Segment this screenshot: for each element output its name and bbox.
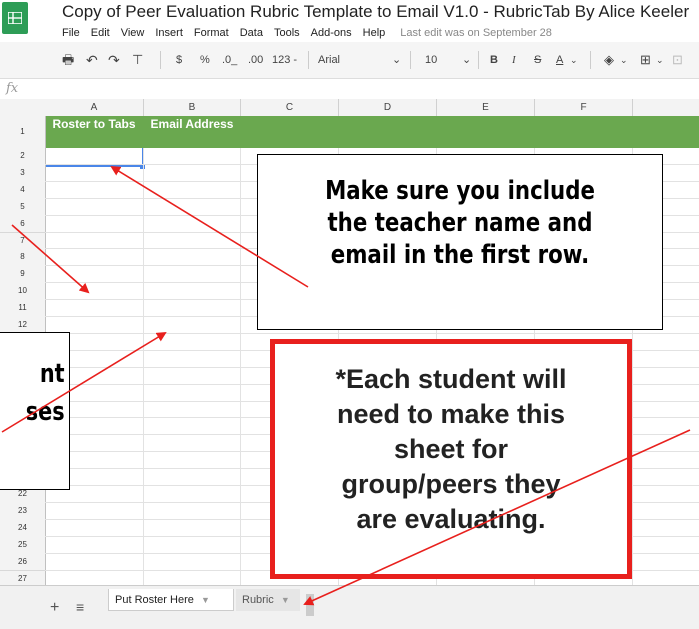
toolbar: 🖶 ↶ ↷ ⊤ $ % .0_ .00 123 - Arial ⌄ 10 ⌄ B… — [0, 42, 699, 79]
menu-edit[interactable]: Edit — [91, 27, 110, 39]
document-title[interactable]: Copy of Peer Evaluation Rubric Template … — [62, 2, 689, 22]
italic-button[interactable]: I — [512, 52, 516, 68]
add-sheet-button[interactable]: + — [50, 599, 59, 617]
font-size-dropdown-icon[interactable]: ⌄ — [462, 52, 471, 68]
column-header-c[interactable]: C — [241, 99, 339, 117]
row-header-3[interactable]: 3 — [0, 164, 46, 183]
column-gridline — [240, 148, 241, 585]
menu-insert[interactable]: Insert — [155, 27, 183, 39]
toolbar-divider — [160, 51, 161, 69]
chevron-down-icon[interactable]: ▼ — [201, 595, 210, 605]
menu-format[interactable]: Format — [194, 27, 229, 39]
text-color-dropdown-icon[interactable]: ⌄ — [570, 52, 578, 68]
row-header-25[interactable]: 25 — [0, 536, 46, 555]
student-note-line: are evaluating. — [356, 504, 546, 534]
row-header-23[interactable]: 23 — [0, 502, 46, 521]
student-note-callout: *Each student will need to make this she… — [270, 339, 632, 579]
cell-a1[interactable]: Roster to Tabs — [45, 116, 143, 148]
left-note-text: nt ses — [26, 355, 65, 431]
row-header-11[interactable]: 11 — [0, 300, 46, 318]
column-header-f[interactable]: F — [535, 99, 633, 117]
teacher-note-line: the teacher name and — [327, 208, 593, 238]
formula-bar[interactable]: fx — [0, 79, 699, 100]
sheet-tab-roster[interactable]: Put Roster Here ▼ — [108, 589, 234, 611]
row-header-2[interactable]: 2 — [0, 148, 46, 166]
row-header-27[interactable]: 27 — [0, 570, 46, 585]
all-sheets-button[interactable]: ≡ — [76, 599, 84, 615]
teacher-note-line: email in the first row. — [330, 240, 590, 270]
row-header-4[interactable]: 4 — [0, 181, 46, 200]
toolbar-divider — [308, 51, 309, 69]
sheet-tab-roster-label: Put Roster Here — [115, 594, 194, 606]
sheet-tabs-bar: + ≡ Put Roster Here ▼ Rubric ▼ — [0, 585, 699, 629]
menu-view[interactable]: View — [121, 27, 145, 39]
chevron-down-icon[interactable]: ▼ — [281, 595, 290, 605]
column-gridline — [143, 148, 144, 585]
row-header-6[interactable]: 6 — [0, 215, 46, 234]
row-header-9[interactable]: 9 — [0, 266, 46, 285]
fill-color-icon[interactable]: ◈ — [604, 52, 614, 68]
sheets-logo-icon[interactable] — [2, 2, 28, 34]
row-header-26[interactable]: 26 — [0, 553, 46, 572]
increase-decimals-button[interactable]: .00 — [248, 52, 263, 68]
row-header-24[interactable]: 24 — [0, 519, 46, 538]
menu-help[interactable]: Help — [363, 27, 386, 39]
left-note-line: nt — [40, 359, 65, 389]
column-header-d[interactable]: D — [339, 99, 437, 117]
font-size-select[interactable]: 10 — [425, 52, 437, 68]
student-note-line: sheet for — [393, 434, 509, 464]
left-note-line: ses — [26, 397, 65, 427]
decrease-decimals-button[interactable]: .0_ — [222, 52, 237, 68]
merge-cells-icon[interactable]: ⊡ — [672, 52, 683, 68]
teacher-note-text: Make sure you include the teacher name a… — [294, 175, 625, 271]
paint-format-icon[interactable]: ⊤ — [132, 52, 143, 68]
column-header-e[interactable]: E — [437, 99, 535, 117]
undo-icon[interactable]: ↶ — [86, 52, 98, 68]
menu-file[interactable]: File — [62, 27, 80, 39]
teacher-note-callout: Make sure you include the teacher name a… — [257, 154, 663, 330]
title-bar: Copy of Peer Evaluation Rubric Template … — [0, 0, 699, 42]
toolbar-divider — [478, 51, 479, 69]
bold-button[interactable]: B — [490, 52, 498, 68]
row-header-1[interactable]: 1 — [0, 116, 46, 149]
horizontal-scrollbar[interactable] — [306, 594, 314, 616]
percent-format-button[interactable]: % — [200, 52, 210, 68]
fill-color-dropdown-icon[interactable]: ⌄ — [620, 52, 628, 68]
borders-icon[interactable]: ⊞ — [640, 52, 651, 68]
last-edit-status[interactable]: Last edit was on September 28 — [400, 27, 552, 39]
student-note-text: *Each student will need to make this she… — [275, 362, 627, 537]
strikethrough-button[interactable]: S — [534, 52, 541, 68]
row-header-8[interactable]: 8 — [0, 249, 46, 268]
text-color-button[interactable]: A — [556, 52, 563, 68]
redo-icon[interactable]: ↷ — [108, 52, 120, 68]
cell-b1[interactable]: Email Address — [144, 116, 240, 148]
column-header-b[interactable]: B — [144, 99, 241, 117]
student-note-line: group/peers they — [341, 469, 561, 499]
student-note-line: *Each student will — [335, 364, 567, 394]
select-all-corner[interactable] — [0, 99, 46, 117]
sheet-tab-rubric[interactable]: Rubric ▼ — [236, 589, 300, 611]
row-header-7[interactable]: 7 — [0, 232, 46, 251]
column-header-a[interactable]: A — [45, 99, 144, 117]
more-formats-button[interactable]: 123 - — [272, 52, 297, 68]
toolbar-divider — [410, 51, 411, 69]
menu-tools[interactable]: Tools — [274, 27, 300, 39]
sheet-tab-rubric-label: Rubric — [242, 594, 274, 606]
menu-bar: File Edit View Insert Format Data Tools … — [62, 27, 552, 39]
row-header-10[interactable]: 10 — [0, 283, 46, 302]
fx-icon: fx — [6, 81, 19, 96]
row-header-5[interactable]: 5 — [0, 198, 46, 217]
column-header-g[interactable] — [633, 99, 699, 117]
borders-dropdown-icon[interactable]: ⌄ — [656, 52, 664, 68]
menu-addons[interactable]: Add-ons — [311, 27, 352, 39]
teacher-note-line: Make sure you include — [325, 176, 595, 206]
menu-data[interactable]: Data — [240, 27, 263, 39]
font-dropdown-icon[interactable]: ⌄ — [392, 52, 401, 68]
student-note-line: need to make this — [336, 399, 566, 429]
font-select[interactable]: Arial — [318, 52, 340, 68]
toolbar-divider — [590, 51, 591, 69]
left-note-callout: nt ses — [0, 332, 70, 490]
print-icon[interactable]: 🖶 — [62, 52, 74, 68]
currency-format-button[interactable]: $ — [176, 52, 182, 68]
